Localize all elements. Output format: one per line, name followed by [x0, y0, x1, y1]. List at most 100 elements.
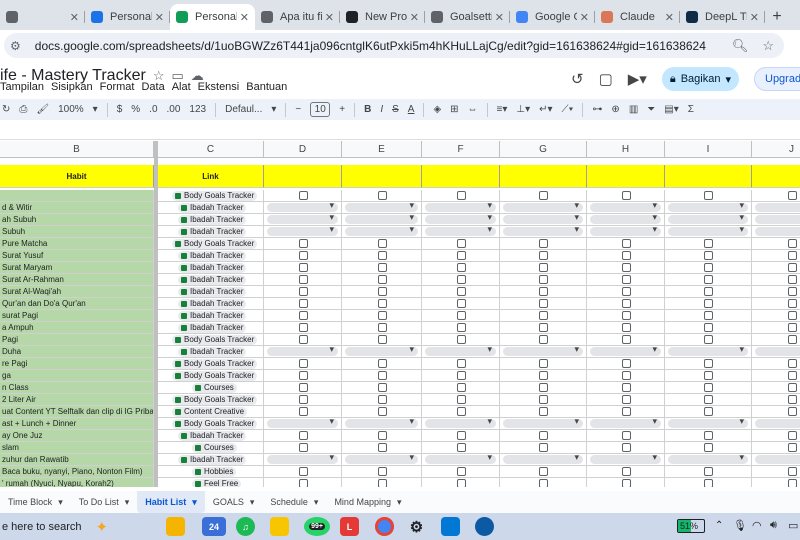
checkbox[interactable]	[704, 191, 713, 200]
dropdown-chip[interactable]	[345, 454, 418, 464]
habit-cell[interactable]: ay One Juz	[0, 430, 154, 442]
checkbox[interactable]	[704, 359, 713, 368]
tracker-cell[interactable]	[264, 322, 342, 334]
number-format-button[interactable]: 123	[189, 104, 206, 115]
link-cell[interactable]: Body Goals Tracker	[158, 334, 264, 346]
dropdown-chip[interactable]	[668, 226, 748, 236]
tracker-cell[interactable]	[342, 310, 422, 322]
checkbox[interactable]	[539, 299, 548, 308]
tracker-cell[interactable]	[500, 250, 587, 262]
link-chip[interactable]: Body Goals Tracker	[172, 359, 258, 369]
valign-icon[interactable]: ⊥▾	[516, 104, 530, 115]
tracker-cell[interactable]	[665, 442, 752, 454]
sheet-tab[interactable]: To Do List ▾	[71, 491, 138, 513]
redo-icon[interactable]: ↻	[2, 104, 10, 115]
tracker-cell[interactable]	[752, 370, 800, 382]
dropdown-chip[interactable]	[267, 418, 338, 428]
link-cell[interactable]: Ibadah Tracker	[158, 214, 264, 226]
checkbox[interactable]	[456, 479, 466, 487]
checkbox[interactable]	[377, 335, 387, 344]
tracker-cell[interactable]	[422, 442, 500, 454]
browser-tab[interactable]: Claude ✕	[595, 4, 680, 30]
tracker-cell[interactable]	[264, 310, 342, 322]
app-l-icon[interactable]: L	[340, 517, 359, 536]
comment-icon[interactable]: ▢	[599, 70, 613, 88]
checkbox[interactable]	[377, 431, 387, 440]
font-size-increase[interactable]: +	[339, 104, 345, 115]
checkbox[interactable]	[787, 359, 797, 368]
checkbox[interactable]	[377, 359, 387, 368]
header-cell-link[interactable]: Link	[158, 165, 264, 188]
tracker-cell[interactable]	[264, 454, 342, 466]
tracker-cell[interactable]	[422, 262, 500, 274]
tracker-cell[interactable]	[587, 190, 665, 202]
battery-indicator[interactable]: 51%	[677, 519, 705, 533]
link-cell[interactable]: Ibadah Tracker	[158, 322, 264, 334]
tracker-cell[interactable]	[342, 238, 422, 250]
header-cell-habit[interactable]: Habit	[0, 165, 154, 188]
tracker-cell[interactable]	[342, 202, 422, 214]
tracker-cell[interactable]	[342, 298, 422, 310]
tracker-cell[interactable]	[665, 466, 752, 478]
tracker-cell[interactable]	[422, 226, 500, 238]
checkbox[interactable]	[621, 383, 631, 392]
checkbox[interactable]	[456, 407, 466, 416]
tracker-cell[interactable]	[500, 406, 587, 418]
weather-icon[interactable]: 24	[202, 517, 226, 536]
checkbox[interactable]	[539, 359, 548, 368]
tracker-cell[interactable]	[342, 370, 422, 382]
meet-icon[interactable]: ▶▾	[628, 70, 647, 88]
increase-decimal-button[interactable]: .00	[167, 104, 181, 115]
checkbox[interactable]	[621, 359, 631, 368]
habit-cell[interactable]: ga	[0, 370, 154, 382]
checkbox[interactable]	[377, 251, 387, 260]
checkbox[interactable]	[456, 287, 466, 296]
checkbox[interactable]	[704, 323, 713, 332]
dropdown-chip[interactable]	[267, 346, 338, 356]
link-cell[interactable]: Ibadah Tracker	[158, 286, 264, 298]
checkbox[interactable]	[787, 395, 797, 404]
tracker-cell[interactable]	[587, 418, 665, 430]
tracker-cell[interactable]	[342, 466, 422, 478]
link-cell[interactable]: Ibadah Tracker	[158, 274, 264, 286]
tracker-cell[interactable]	[500, 346, 587, 358]
chevron-down-icon[interactable]: ▾	[192, 497, 197, 508]
checkbox[interactable]	[787, 311, 797, 320]
browser-tab[interactable]: DeepL Tra✕	[680, 4, 765, 30]
checkbox[interactable]	[377, 263, 387, 272]
tracker-cell[interactable]	[500, 274, 587, 286]
habit-cell[interactable]: ' rumah (Nyuci, Nyapu, Korah2)	[0, 478, 154, 487]
tab-close-icon[interactable]: ✕	[240, 11, 249, 24]
tracker-cell[interactable]	[665, 202, 752, 214]
tracker-cell[interactable]	[500, 370, 587, 382]
tracker-cell[interactable]	[587, 358, 665, 370]
dropdown-chip[interactable]	[503, 346, 583, 356]
link-cell[interactable]: Ibadah Tracker	[158, 310, 264, 322]
tracker-cell[interactable]	[500, 394, 587, 406]
habit-cell[interactable]: Surat Yusuf	[0, 250, 154, 262]
filter-views-icon[interactable]: ▤▾	[664, 104, 678, 115]
tracker-cell[interactable]	[500, 286, 587, 298]
bold-button[interactable]: B	[364, 104, 371, 115]
tracker-cell[interactable]	[422, 418, 500, 430]
tracker-cell[interactable]	[587, 286, 665, 298]
chevron-down-icon[interactable]: ▾	[271, 104, 276, 115]
tracker-cell[interactable]	[500, 334, 587, 346]
checkbox[interactable]	[539, 407, 548, 416]
tracker-cell[interactable]	[500, 190, 587, 202]
dropdown-chip[interactable]	[425, 202, 496, 212]
currency-button[interactable]: $	[117, 104, 123, 115]
checkbox[interactable]	[621, 431, 631, 440]
checkbox[interactable]	[456, 335, 466, 344]
sheet-tab[interactable]: Habit List ▾	[137, 491, 205, 513]
checkbox[interactable]	[298, 251, 308, 260]
checkbox[interactable]	[456, 251, 466, 260]
dropdown-chip[interactable]	[590, 202, 661, 212]
tracker-cell[interactable]	[422, 250, 500, 262]
checkbox[interactable]	[456, 467, 466, 476]
tracker-cell[interactable]	[587, 226, 665, 238]
tracker-cell[interactable]	[665, 298, 752, 310]
habit-cell[interactable]: zuhur dan Rawatib	[0, 454, 154, 466]
checkbox[interactable]	[787, 251, 797, 260]
menu-item[interactable]: Ekstensi	[198, 81, 240, 93]
